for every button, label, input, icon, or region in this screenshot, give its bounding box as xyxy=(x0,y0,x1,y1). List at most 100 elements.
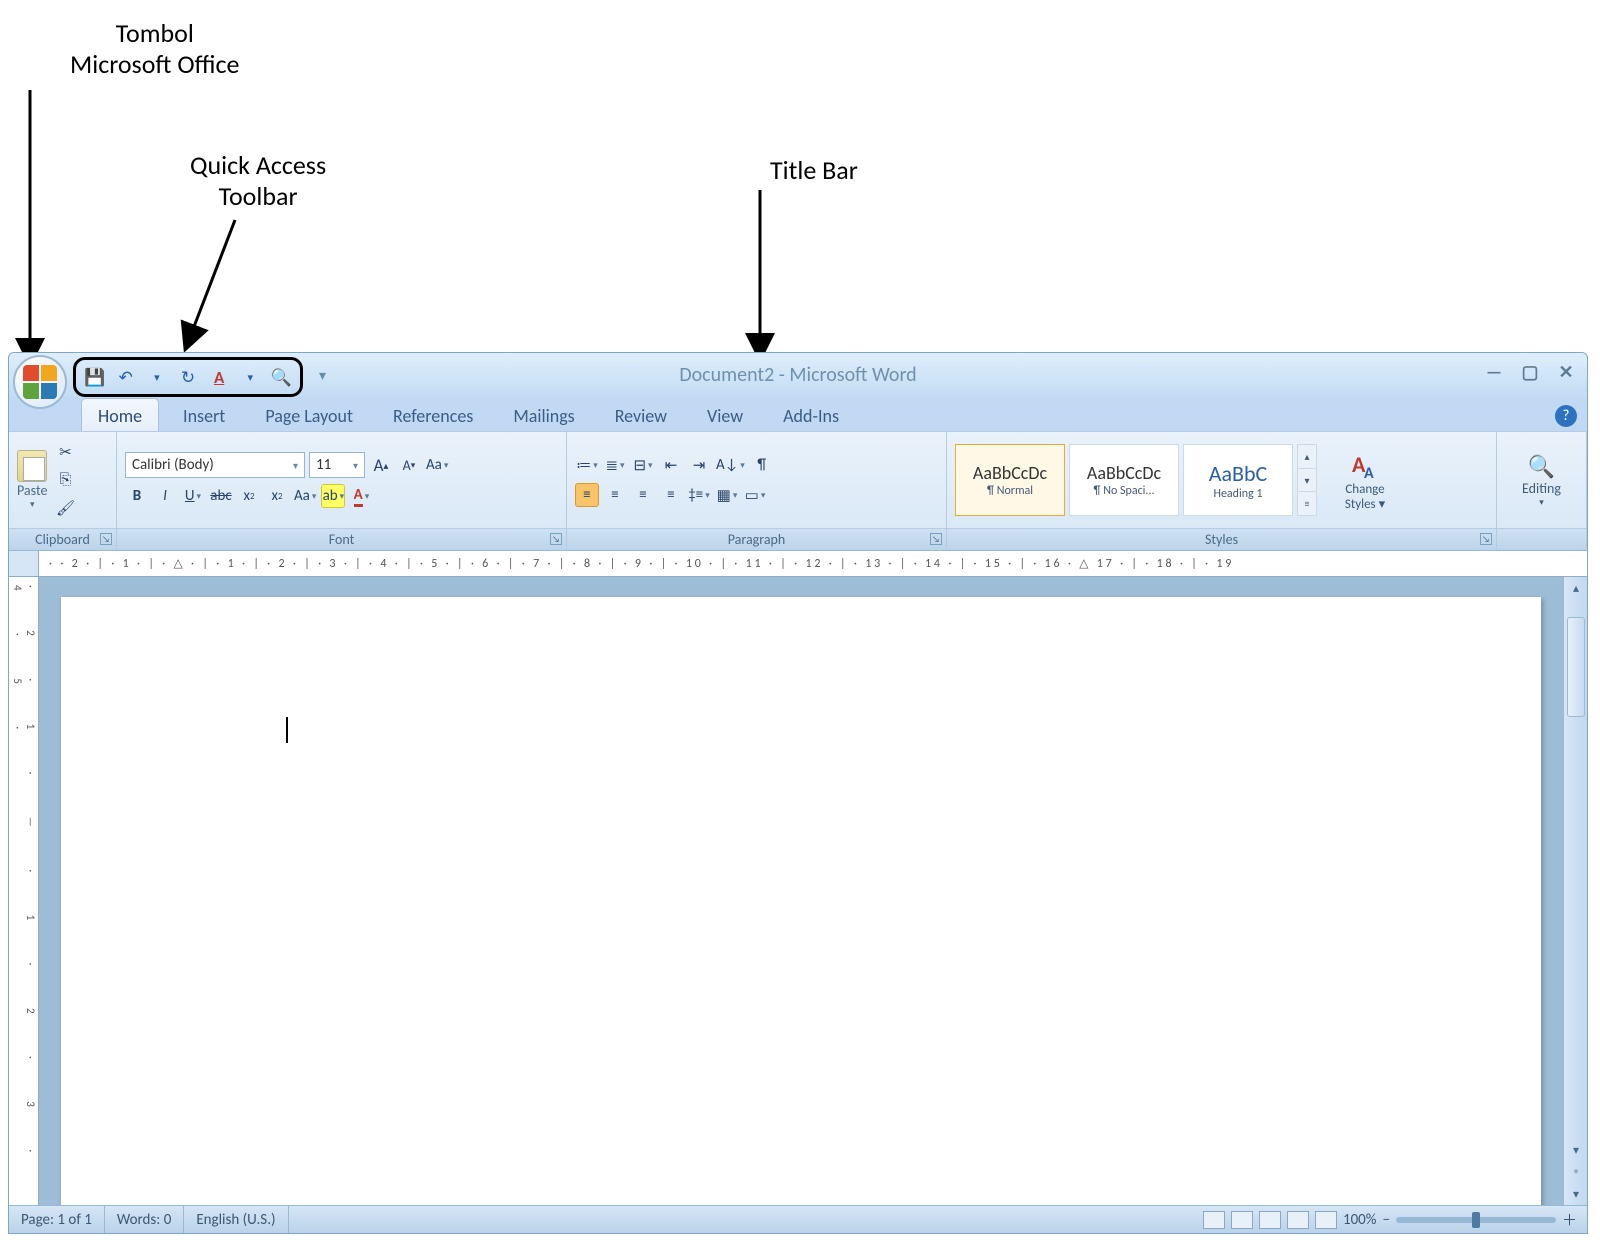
office-logo-icon xyxy=(23,365,57,399)
vertical-scrollbar[interactable]: ▴ ▾ ◦ ▾ xyxy=(1563,577,1587,1205)
view-full-screen[interactable] xyxy=(1231,1211,1253,1229)
office-button[interactable] xyxy=(13,355,67,409)
zoom-slider[interactable] xyxy=(1396,1217,1556,1223)
scroll-down-button[interactable]: ▾ xyxy=(1564,1139,1588,1161)
style-more[interactable]: ≡ xyxy=(1298,491,1316,515)
tab-home[interactable]: Home xyxy=(81,398,159,431)
document-page[interactable] xyxy=(61,597,1541,1234)
group-label-editing xyxy=(1497,528,1586,550)
grow-font-button[interactable]: A▴ xyxy=(369,453,393,477)
zoom-percent[interactable]: 100% xyxy=(1343,1211,1377,1229)
scroll-thumb[interactable] xyxy=(1567,617,1585,717)
zoom-out-button[interactable]: − xyxy=(1383,1211,1390,1229)
ruler-corner[interactable] xyxy=(9,551,39,577)
next-page-button[interactable]: ▾ xyxy=(1564,1183,1588,1205)
clear-formatting-button[interactable]: Aa xyxy=(425,453,449,477)
view-outline[interactable] xyxy=(1287,1211,1309,1229)
style-scroll-down[interactable]: ▾ xyxy=(1298,468,1316,492)
paragraph-launcher[interactable]: ↘ xyxy=(930,533,942,545)
copy-button[interactable]: ⎘ xyxy=(53,468,77,492)
title-bar[interactable]: 💾 ↶ ▾ ↻ A ▾ 🔍 ▾ Document2 - Microsoft Wo… xyxy=(9,353,1587,397)
vertical-ruler[interactable]: · 2 · 1 · — · 1 · 2 · 3 · 4 · 5 · xyxy=(9,577,39,1205)
help-button[interactable]: ? xyxy=(1555,405,1577,427)
tab-references[interactable]: References xyxy=(377,399,489,431)
increase-indent-button[interactable]: ⇥ xyxy=(687,453,711,477)
group-editing: 🔍 Editing ▾ xyxy=(1497,432,1587,550)
font-size-combo[interactable]: 11▾ xyxy=(309,452,365,478)
font-color-button[interactable]: A xyxy=(349,484,373,508)
prev-page-button[interactable]: ◦ xyxy=(1564,1161,1588,1183)
strikethrough-button[interactable]: abc xyxy=(209,484,233,508)
find-icon: 🔍 xyxy=(1528,453,1555,480)
italic-button[interactable]: I xyxy=(153,484,177,508)
line-spacing-button[interactable]: ‡≡ xyxy=(687,483,711,507)
maximize-button[interactable]: ▢ xyxy=(1519,363,1541,381)
shading-button[interactable]: ▦ xyxy=(715,483,739,507)
word-window: 💾 ↶ ▾ ↻ A ▾ 🔍 ▾ Document2 - Microsoft Wo… xyxy=(8,352,1588,1234)
sort-button[interactable]: A↓ xyxy=(715,453,746,477)
decrease-indent-button[interactable]: ⇤ xyxy=(659,453,683,477)
align-right-button[interactable]: ≡ xyxy=(631,483,655,507)
highlight-button[interactable]: ab xyxy=(321,484,345,508)
styles-launcher[interactable]: ↘ xyxy=(1480,533,1492,545)
tab-add-ins[interactable]: Add-Ins xyxy=(767,399,855,431)
close-button[interactable]: ✕ xyxy=(1555,363,1577,381)
change-styles-button[interactable]: AA Change Styles ▾ xyxy=(1325,448,1405,512)
cut-button[interactable]: ✂ xyxy=(53,440,77,464)
bullets-button[interactable]: ≔ xyxy=(575,453,599,477)
group-label-styles: Styles↘ xyxy=(947,528,1496,550)
subscript-button[interactable]: x2 xyxy=(237,484,261,508)
bold-button[interactable]: B xyxy=(125,484,149,508)
font-name-combo[interactable]: Calibri (Body)▾ xyxy=(125,452,305,478)
tab-insert[interactable]: Insert xyxy=(167,399,241,431)
horizontal-ruler[interactable]: · · 2 · | · 1 · | · △ · | · 1 · | · 2 · … xyxy=(9,551,1587,577)
scroll-up-button[interactable]: ▴ xyxy=(1564,577,1588,599)
vruler-marks: · 2 · 1 · — · 1 · 2 · 3 · 4 · 5 · xyxy=(11,585,37,1205)
change-case-button[interactable]: Aa xyxy=(293,484,317,508)
view-draft[interactable] xyxy=(1315,1211,1337,1229)
style-heading-1[interactable]: AaBbCHeading 1 xyxy=(1183,444,1293,516)
align-center-button[interactable]: ≡ xyxy=(603,483,627,507)
borders-button[interactable]: ▭ xyxy=(743,483,767,507)
format-painter-button[interactable]: 🖌 xyxy=(53,496,77,520)
zoom-thumb[interactable] xyxy=(1472,1212,1480,1228)
group-clipboard: Paste ▾ ✂ ⎘ 🖌 Clipboard↘ xyxy=(9,432,117,550)
tab-page-layout[interactable]: Page Layout xyxy=(249,399,369,431)
status-page[interactable]: Page: 1 of 1 xyxy=(9,1206,105,1233)
superscript-button[interactable]: x2 xyxy=(265,484,289,508)
style-scroll-up[interactable]: ▴ xyxy=(1298,445,1316,468)
style-no-spacing[interactable]: AaBbCcDc¶ No Spaci... xyxy=(1069,444,1179,516)
group-label-clipboard: Clipboard↘ xyxy=(9,528,116,550)
font-launcher[interactable]: ↘ xyxy=(550,533,562,545)
zoom-in-button[interactable]: ＋ xyxy=(1562,1209,1577,1230)
window-title: Document2 - Microsoft Word xyxy=(9,363,1587,387)
view-web-layout[interactable] xyxy=(1259,1211,1281,1229)
clipboard-launcher[interactable]: ↘ xyxy=(100,533,112,545)
change-styles-icon: AA xyxy=(1348,448,1382,482)
tab-mailings[interactable]: Mailings xyxy=(497,399,590,431)
ribbon: Paste ▾ ✂ ⎘ 🖌 Clipboard↘ Calibri (Body)▾… xyxy=(9,431,1587,551)
style-normal[interactable]: AaBbCcDc¶ Normal xyxy=(955,444,1065,516)
group-label-font: Font↘ xyxy=(117,528,566,550)
justify-button[interactable]: ≡ xyxy=(659,483,683,507)
shrink-font-button[interactable]: A▾ xyxy=(397,453,421,477)
group-styles: AaBbCcDc¶ Normal AaBbCcDc¶ No Spaci... A… xyxy=(947,432,1497,550)
paste-button[interactable]: Paste ▾ xyxy=(17,450,47,510)
style-gallery[interactable]: AaBbCcDc¶ Normal AaBbCcDc¶ No Spaci... A… xyxy=(955,444,1317,516)
tab-review[interactable]: Review xyxy=(599,399,683,431)
status-language[interactable]: English (U.S.) xyxy=(184,1206,288,1233)
numbering-button[interactable]: ≣ xyxy=(603,453,627,477)
underline-button[interactable]: U xyxy=(181,484,205,508)
document-area: · 2 · 1 · — · 1 · 2 · 3 · 4 · 5 · ▴ ▾ ◦ … xyxy=(9,577,1587,1205)
svg-text:A: A xyxy=(1364,464,1374,482)
editing-button[interactable]: 🔍 Editing ▾ xyxy=(1505,436,1578,524)
paste-icon xyxy=(17,450,47,482)
show-hide-button[interactable]: ¶ xyxy=(750,453,774,477)
multilevel-list-button[interactable]: ⊟ xyxy=(631,453,655,477)
status-words[interactable]: Words: 0 xyxy=(105,1206,184,1233)
minimize-button[interactable]: — xyxy=(1483,363,1505,381)
align-left-button[interactable]: ≡ xyxy=(575,483,599,507)
view-print-layout[interactable] xyxy=(1203,1211,1225,1229)
status-bar: Page: 1 of 1 Words: 0 English (U.S.) 100… xyxy=(9,1205,1587,1233)
tab-view[interactable]: View xyxy=(691,399,759,431)
